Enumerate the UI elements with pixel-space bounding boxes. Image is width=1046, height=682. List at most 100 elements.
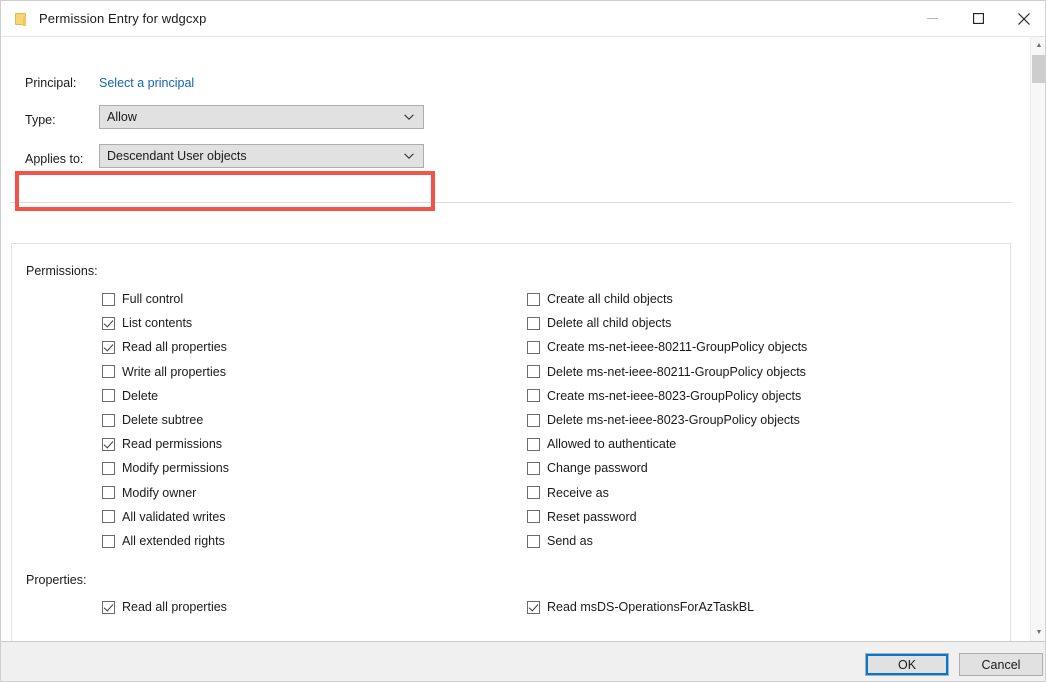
checkbox-unchecked-icon[interactable] (102, 365, 115, 379)
checkbox-label: Write all properties (122, 364, 226, 379)
title-bar: Permission Entry for wdgcxp (1, 1, 1045, 36)
vertical-scrollbar[interactable]: ▲ ▼ (1030, 37, 1045, 641)
checkbox-unchecked-icon[interactable] (527, 437, 540, 451)
maximize-icon[interactable] (955, 1, 1001, 36)
checkbox-row[interactable]: Read all properties (102, 600, 227, 614)
checkbox-row[interactable]: Delete ms-net-ieee-80211-GroupPolicy obj… (527, 365, 806, 379)
checkbox-checked-icon[interactable] (527, 600, 540, 614)
close-icon[interactable] (1001, 1, 1045, 36)
checkbox-row[interactable]: Modify owner (102, 486, 196, 500)
dialog-footer: OK Cancel (1, 641, 1045, 681)
ok-button[interactable]: OK (865, 653, 949, 676)
checkbox-unchecked-icon[interactable] (527, 486, 540, 500)
checkbox-label: Modify permissions (122, 461, 229, 476)
checkbox-unchecked-icon[interactable] (527, 461, 540, 475)
applies-to-dropdown-value: Descendant User objects (107, 149, 247, 163)
checkbox-label: List contents (122, 316, 193, 331)
checkbox-row[interactable]: Delete all child objects (527, 316, 671, 330)
checkbox-row[interactable]: Read msDS-OperationsForAzTaskBL (527, 600, 754, 614)
checkbox-row[interactable]: Reset password (527, 510, 637, 524)
checkbox-unchecked-icon[interactable] (102, 292, 115, 306)
checkbox-label: Delete all child objects (547, 316, 672, 331)
checkbox-label: Read permissions (122, 437, 223, 452)
checkbox-row[interactable]: Full control (102, 292, 183, 306)
checkbox-unchecked-icon[interactable] (527, 292, 540, 306)
dialog-content: ▲ ▼ Principal: Select a principal Type: … (1, 36, 1045, 679)
window-controls (909, 1, 1045, 36)
minimize-icon[interactable] (909, 1, 955, 36)
cancel-button[interactable]: Cancel (959, 653, 1043, 676)
checkbox-row[interactable]: Allowed to authenticate (527, 437, 676, 451)
checkbox-label: Create all child objects (547, 292, 673, 306)
select-a-principal-link[interactable]: Select a principal (99, 76, 194, 90)
checkbox-label: Send as (547, 534, 593, 548)
applies-to-label: Applies to: (25, 152, 84, 166)
checkbox-row[interactable]: Write all properties (102, 365, 226, 379)
checkbox-label: Full control (122, 292, 184, 306)
checkbox-label: Delete ms-net-ieee-80211-GroupPolicy obj… (547, 364, 806, 379)
checkbox-unchecked-icon[interactable] (527, 340, 540, 354)
checkbox-label: Reset password (547, 509, 637, 524)
folder-icon (13, 11, 29, 27)
checkbox-row[interactable]: Send as (527, 534, 593, 548)
checkbox-row[interactable]: Delete ms-net-ieee-8023-GroupPolicy obje… (527, 413, 800, 427)
checkbox-label: Receive as (547, 485, 609, 500)
checkbox-unchecked-icon[interactable] (102, 510, 115, 524)
checkbox-row[interactable]: Create all child objects (527, 292, 673, 306)
checkbox-row[interactable]: Receive as (527, 486, 609, 500)
applies-to-dropdown[interactable]: Descendant User objects (99, 144, 424, 168)
checkbox-row[interactable]: Read all properties (102, 340, 227, 354)
checkbox-checked-icon[interactable] (102, 340, 115, 354)
permission-entry-dialog: Permission Entry for wdgcxp ▲ ▼ Principa… (0, 0, 1046, 682)
checkbox-label: Change password (547, 461, 648, 476)
properties-section-title: Properties: (26, 573, 87, 587)
type-label: Type: (25, 113, 56, 127)
checkbox-unchecked-icon[interactable] (102, 413, 115, 427)
window-title: Permission Entry for wdgcxp (39, 11, 207, 26)
checkbox-unchecked-icon[interactable] (102, 486, 115, 500)
checkbox-label: Read msDS-OperationsForAzTaskBL (547, 600, 755, 614)
checkbox-label: Allowed to authenticate (547, 437, 677, 452)
checkbox-label: Delete (122, 388, 159, 403)
checkbox-checked-icon[interactable] (102, 316, 115, 330)
checkbox-row[interactable]: Create ms-net-ieee-80211-GroupPolicy obj… (527, 340, 807, 354)
checkbox-unchecked-icon[interactable] (527, 413, 540, 427)
checkbox-label: All extended rights (122, 534, 225, 548)
checkbox-row[interactable]: List contents (102, 316, 192, 330)
checkbox-checked-icon[interactable] (102, 600, 115, 614)
scroll-up-icon[interactable]: ▲ (1031, 37, 1045, 54)
checkbox-checked-icon[interactable] (102, 437, 115, 451)
checkbox-row[interactable]: Create ms-net-ieee-8023-GroupPolicy obje… (527, 389, 801, 403)
checkbox-label: All validated writes (122, 509, 226, 524)
checkbox-label: Create ms-net-ieee-80211-GroupPolicy obj… (547, 340, 808, 355)
checkbox-row[interactable]: All validated writes (102, 510, 226, 524)
checkbox-unchecked-icon[interactable] (102, 389, 115, 403)
checkbox-label: Delete subtree (122, 413, 204, 427)
permissions-section-title: Permissions: (26, 264, 98, 278)
checkbox-row[interactable]: Modify permissions (102, 461, 229, 475)
checkbox-row[interactable]: Read permissions (102, 437, 222, 451)
chevron-down-icon (404, 114, 414, 120)
checkbox-row[interactable]: Change password (527, 461, 648, 475)
scroll-down-icon[interactable]: ▼ (1031, 624, 1045, 641)
type-dropdown-value: Allow (107, 110, 137, 124)
principal-label: Principal: (25, 76, 77, 90)
type-dropdown[interactable]: Allow (99, 105, 424, 129)
principal-form-panel: Principal: Select a principal Type: Allo… (11, 45, 1011, 203)
checkbox-row[interactable]: Delete subtree (102, 413, 203, 427)
checkbox-label: Create ms-net-ieee-8023-GroupPolicy obje… (547, 388, 802, 403)
checkbox-row[interactable]: All extended rights (102, 534, 225, 548)
chevron-down-icon (404, 153, 414, 159)
permissions-panel: Permissions: Properties: Full control Lis… (11, 243, 1011, 679)
checkbox-unchecked-icon[interactable] (527, 389, 540, 403)
checkbox-row[interactable]: Delete (102, 389, 158, 403)
checkbox-unchecked-icon[interactable] (527, 534, 540, 548)
checkbox-unchecked-icon[interactable] (102, 534, 115, 548)
checkbox-unchecked-icon[interactable] (527, 316, 540, 330)
scrollbar-thumb[interactable] (1032, 55, 1045, 83)
checkbox-label: Modify owner (122, 485, 197, 500)
checkbox-label: Read all properties (122, 340, 227, 355)
checkbox-unchecked-icon[interactable] (527, 510, 540, 524)
checkbox-unchecked-icon[interactable] (102, 461, 115, 475)
checkbox-unchecked-icon[interactable] (527, 365, 540, 379)
